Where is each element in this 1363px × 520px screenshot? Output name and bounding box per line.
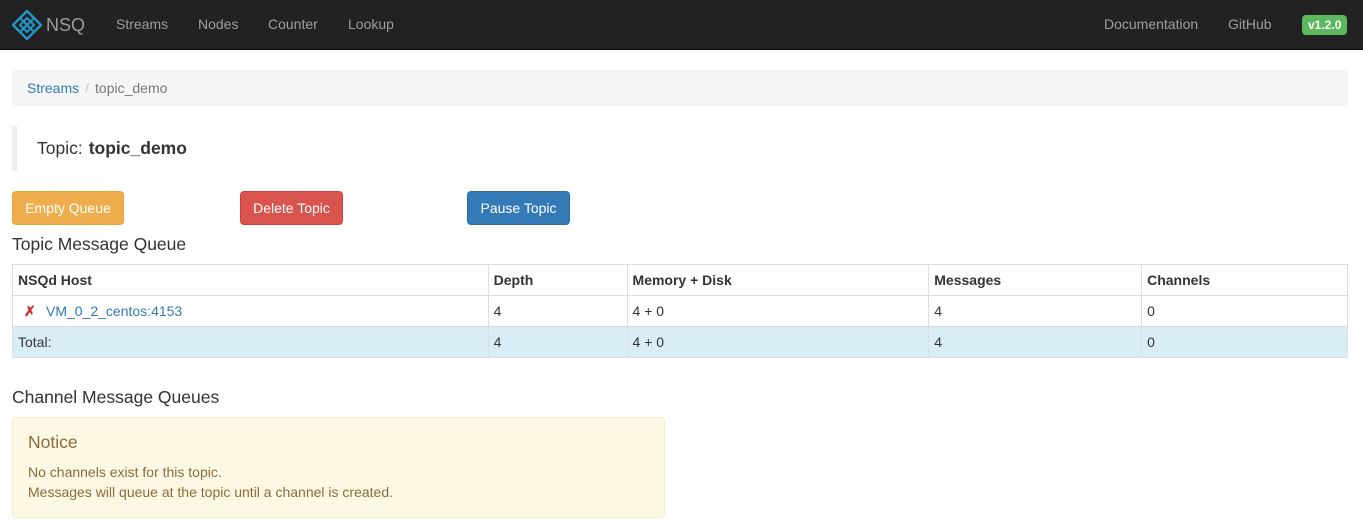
table-row: ✗ VM_0_2_centos:4153 4 4 + 0 4 0 — [12, 295, 1348, 327]
total-memory-disk: 4 + 0 — [626, 326, 930, 358]
total-depth: 4 — [487, 326, 628, 358]
nav-streams[interactable]: Streams — [116, 16, 168, 33]
total-label: Total: — [12, 326, 489, 358]
nav-lookup[interactable]: Lookup — [348, 16, 394, 33]
nav-counter[interactable]: Counter — [268, 16, 318, 33]
nav-nodes[interactable]: Nodes — [198, 16, 238, 33]
breadcrumb-separator: / — [85, 80, 90, 96]
topic-queue-table: NSQd Host Depth Memory + Disk Messages C… — [12, 264, 1348, 358]
brand[interactable]: NSQ — [12, 8, 85, 42]
topic-queue-title: Topic Message Queue — [12, 234, 187, 254]
breadcrumb: Streams / topic_demo — [12, 70, 1348, 106]
delete-topic-button[interactable]: Delete Topic — [240, 191, 343, 225]
notice-text: Messages will queue at the topic until a… — [28, 484, 393, 500]
x-mark-icon: ✗ — [24, 302, 36, 319]
table-header-row: NSQd Host Depth Memory + Disk Messages C… — [12, 264, 1348, 296]
channels-cell: 0 — [1141, 295, 1348, 327]
nav-github[interactable]: GitHub — [1228, 16, 1272, 33]
version-badge: v1.2.0 — [1302, 15, 1348, 35]
topic-label: Topic: — [37, 138, 83, 158]
notice-title: Notice — [28, 432, 78, 452]
depth-cell: 4 — [487, 295, 628, 327]
notice-alert: Notice No channels exist for this topic.… — [12, 417, 665, 518]
host-link[interactable]: VM_0_2_centos:4153 — [46, 303, 182, 319]
brand-name: NSQ — [46, 14, 86, 35]
column-header-memory-disk: Memory + Disk — [626, 264, 930, 296]
messages-cell: 4 — [928, 295, 1143, 327]
column-header-messages: Messages — [928, 264, 1143, 296]
notice-text: No channels exist for this topic. — [28, 464, 222, 480]
nav-documentation[interactable]: Documentation — [1104, 16, 1198, 33]
total-row: Total: 4 4 + 0 4 0 — [12, 326, 1348, 358]
empty-queue-button[interactable]: Empty Queue — [12, 191, 124, 225]
nsq-logo-icon — [12, 10, 42, 40]
top-navbar: NSQ Streams Nodes Counter Lookup Documen… — [0, 0, 1363, 50]
host-cell: ✗ VM_0_2_centos:4153 — [12, 295, 489, 327]
page-title: Topic: topic_demo — [12, 126, 187, 171]
column-header-depth: Depth — [487, 264, 628, 296]
pause-topic-button[interactable]: Pause Topic — [467, 191, 570, 225]
total-channels: 0 — [1141, 326, 1348, 358]
breadcrumb-streams-link[interactable]: Streams — [27, 80, 79, 96]
topic-name: topic_demo — [88, 138, 187, 158]
memory-disk-cell: 4 + 0 — [626, 295, 930, 327]
column-header-host: NSQd Host — [12, 264, 489, 296]
channel-queues-title: Channel Message Queues — [12, 387, 220, 407]
column-header-channels: Channels — [1141, 264, 1348, 296]
total-messages: 4 — [928, 326, 1143, 358]
breadcrumb-current: topic_demo — [95, 80, 168, 96]
